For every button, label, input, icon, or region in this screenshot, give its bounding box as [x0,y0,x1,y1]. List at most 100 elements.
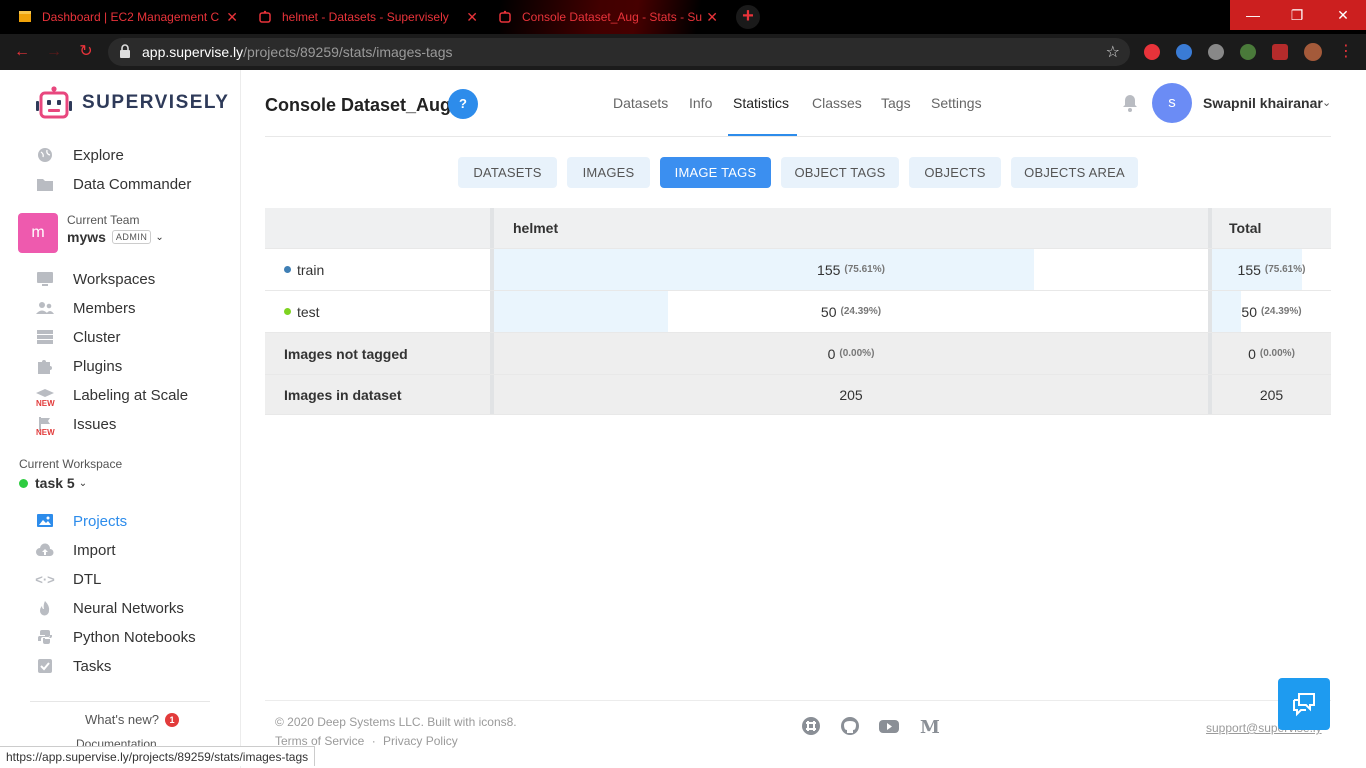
globe-icon [36,146,54,164]
sidebar-item-import[interactable]: Import [36,539,116,561]
minimize-button[interactable]: — [1230,0,1276,30]
supervisely-icon [258,10,272,24]
extension-puzzle-icon[interactable] [1272,44,1288,60]
back-icon[interactable]: ← [12,42,32,62]
sidebar-item-issues[interactable]: NEW Issues [36,413,116,438]
supervisely-icon [498,10,512,24]
cell-total-not-tagged: 0 (0.00%) [1248,345,1295,362]
row-label-in-dataset: Images in dataset [284,386,402,403]
subtab-objects-area[interactable]: OBJECTS AREA [1011,157,1138,188]
chat-button[interactable] [1278,678,1330,730]
extension-download-icon[interactable] [1208,44,1224,60]
sidebar-item-plugins[interactable]: Plugins [36,355,122,377]
medium-icon[interactable]: M [919,716,939,736]
sidebar-item-projects[interactable]: Projects [36,510,127,532]
sidebar-item-workspaces[interactable]: Workspaces [36,268,155,290]
tab-statistics[interactable]: Statistics [733,95,789,111]
tab-classes[interactable]: Classes [812,95,862,111]
cell-total-in-dataset: 205 [1259,386,1284,403]
browser-tab-console[interactable]: Console Dataset_Aug - Stats - Su ✕ [488,0,726,34]
browser-menu-icon[interactable]: ⋮ [1336,42,1356,62]
slack-icon[interactable] [801,716,821,736]
sidebar-item-members[interactable]: Members [36,297,136,319]
subtab-objects[interactable]: OBJECTS [909,157,1001,188]
close-tab-icon[interactable]: ✕ [466,9,478,26]
subtab-datasets[interactable]: DATASETS [458,157,557,188]
reload-icon[interactable]: ↻ [76,42,96,62]
tab-datasets[interactable]: Datasets [613,95,668,111]
cell-total-test: 50 (24.39%) [1241,303,1302,320]
puzzle-icon [36,357,54,375]
cloud-upload-icon [36,541,54,559]
table-row: Images not tagged 0 (0.00%) 0 (0.00%) [265,333,1331,375]
tab-tags[interactable]: Tags [881,95,911,111]
supervisely-logo[interactable]: SUPERVISELY [34,85,229,121]
extension-pen-icon[interactable] [1240,44,1256,60]
chevron-down-icon: ⌄ [155,231,164,243]
close-tab-icon[interactable]: ✕ [706,9,718,26]
close-tab-icon[interactable]: ✕ [226,9,238,26]
sidebar-item-explore[interactable]: Explore [36,144,124,166]
column-header-helmet[interactable]: helmet [513,208,558,248]
sidebar-item-data-commander[interactable]: Data Commander [36,173,191,195]
cell-helmet-test: 50 (24.39%) [820,303,882,320]
aws-icon [18,10,32,24]
team-selector[interactable]: m Current Team myws ADMIN ⌄ [18,213,164,253]
checklist-icon [36,657,54,675]
forward-icon[interactable]: → [44,42,64,62]
members-icon [36,299,54,317]
column-header-total[interactable]: Total [1229,208,1261,248]
dataset-color-dot [284,308,291,315]
github-icon[interactable] [840,716,860,736]
whats-new-link[interactable]: What's new? 1 [85,712,180,727]
tab-settings[interactable]: Settings [931,95,982,111]
profile-avatar[interactable] [1304,43,1322,61]
table-header-row: helmet Total [265,208,1331,249]
header-divider [265,136,1331,137]
bell-icon[interactable] [1122,94,1138,112]
row-label-test: test [284,291,320,332]
subtab-images[interactable]: IMAGES [567,157,650,188]
sidebar-item-neural-networks[interactable]: Neural Networks [36,597,184,619]
workspace-status-dot [19,478,28,488]
sidebar-item-cluster[interactable]: Cluster [36,326,121,348]
chevron-down-icon: ⌄ [78,477,88,489]
workspace-selector[interactable]: task 5 ⌄ [19,475,87,491]
row-label-not-tagged: Images not tagged [284,345,408,362]
browser-tab-helmet[interactable]: helmet - Datasets - Supervisely ✕ [248,0,486,34]
code-icon: <·> [35,571,55,587]
subtab-image-tags[interactable]: IMAGE TAGS [660,157,771,188]
youtube-icon[interactable] [878,716,900,736]
tab-info[interactable]: Info [689,95,712,111]
extension-vpn-icon[interactable] [1176,44,1192,60]
chevron-down-icon[interactable]: ⌄ [1322,96,1331,109]
sidebar-item-python-notebooks[interactable]: Python Notebooks [36,626,196,648]
cell-total-train: 155 (75.61%) [1237,261,1306,278]
subtab-object-tags[interactable]: OBJECT TAGS [781,157,899,188]
row-label-train: train [284,249,324,290]
new-tab-button[interactable]: + [736,5,760,29]
page-title: Console Dataset_Aug [265,95,452,115]
table-row: test 50 (24.39%) 50 (24.39%) [265,291,1331,333]
browser-tab-ec2[interactable]: Dashboard | EC2 Management C ✕ [8,0,246,34]
extension-hand-icon[interactable] [1144,44,1160,60]
avatar[interactable]: s [1152,83,1192,123]
cell-helmet-in-dataset: 205 [839,386,863,403]
sidebar-divider [30,701,210,702]
url-field[interactable]: app.supervise.ly/projects/89259/stats/im… [108,38,1130,66]
maximize-button[interactable]: ❐ [1274,0,1320,30]
help-button[interactable]: ? [448,89,478,119]
user-name[interactable]: Swapnil khairanar [1203,95,1323,111]
cluster-icon [36,328,54,346]
close-window-button[interactable]: ✕ [1320,0,1366,30]
flame-icon [36,599,54,617]
team-avatar: m [18,213,58,253]
privacy-link[interactable]: Privacy Policy [383,734,458,748]
bookmark-star-icon[interactable]: ☆ [1106,42,1120,62]
footer-divider [265,700,1331,701]
sidebar-item-labeling-at-scale[interactable]: NEW Labeling at Scale [36,384,188,408]
sidebar-item-dtl[interactable]: <·> DTL [35,568,101,590]
sidebar-item-tasks[interactable]: Tasks [36,655,111,677]
images-icon [36,512,54,530]
svg-text:M: M [920,717,939,736]
